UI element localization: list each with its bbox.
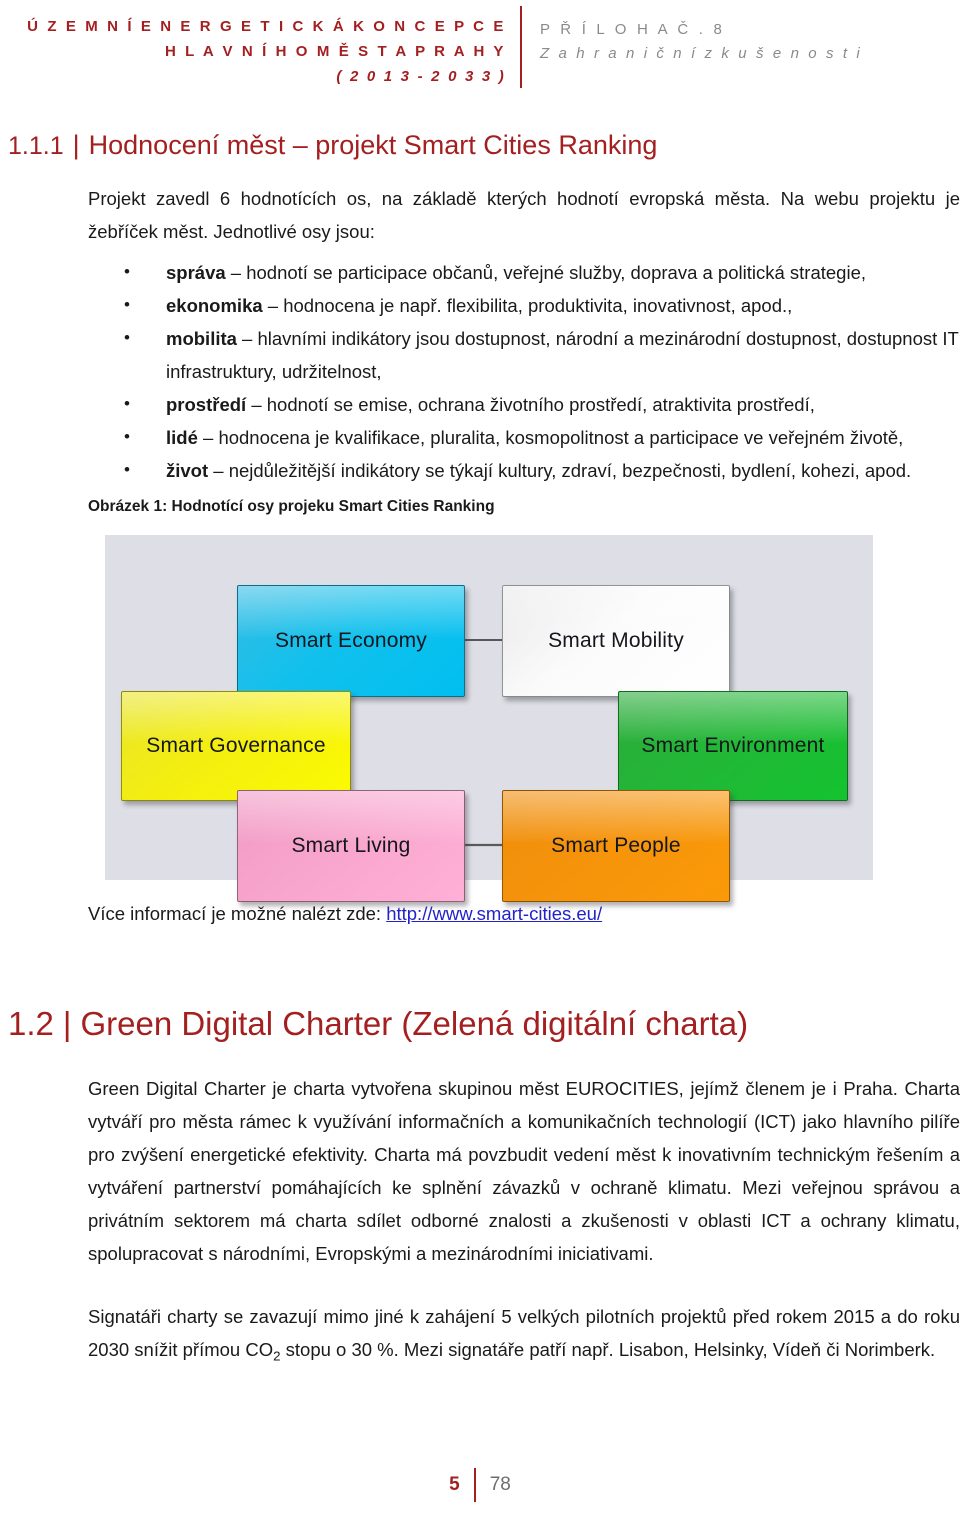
- header-annex-label: P Ř Í L O H A Č . 8: [540, 21, 726, 38]
- bullet-term: prostředí: [166, 394, 247, 415]
- signatories-text-part2: stopu o 30 %. Mezi signatáře patří např.…: [280, 1339, 936, 1360]
- node-label: Smart Mobility: [548, 629, 684, 652]
- bullet-text: – hlavními indikátory jsou dostupnost, n…: [166, 328, 959, 382]
- co2-subscript: 2: [273, 1348, 281, 1364]
- header-annex-subtitle: Z a h r a n i č n í z k u š e n o s t i: [540, 45, 863, 62]
- bullet-text: – hodnotí se participace občanů, veřejné…: [225, 262, 867, 283]
- header-title-line1: Ú Z E M N Í E N E R G E T I C K Á K O N …: [27, 18, 506, 35]
- more-info-line: Více informací je možné nalézt zde: http…: [88, 903, 602, 925]
- diagram-node-smart-mobility: Smart Mobility: [502, 585, 730, 697]
- diagram-node-smart-governance: Smart Governance: [121, 691, 351, 801]
- bullet-text: – hodnocena je např. flexibilita, produk…: [262, 295, 793, 316]
- diagram-node-smart-people: Smart People: [502, 790, 730, 902]
- list-item: prostředí – hodnotí se emise, ochrana ži…: [118, 387, 960, 421]
- heading-111-number: 1.1.1: [8, 132, 64, 160]
- bullet-term: mobilita: [166, 328, 237, 349]
- diagram-node-smart-economy: Smart Economy: [237, 585, 465, 697]
- node-label: Smart Economy: [275, 629, 427, 652]
- node-label: Smart People: [551, 834, 681, 857]
- bullet-text: – nejdůležitější indikátory se týkají ku…: [208, 460, 912, 481]
- node-label: Smart Governance: [146, 734, 326, 757]
- smart-cities-link[interactable]: http://www.smart-cities.eu/: [386, 903, 602, 924]
- node-label: Smart Environment: [641, 734, 825, 757]
- header-annex-block: P Ř Í L O H A Č . 8 Z a h r a n i č n í …: [522, 0, 862, 66]
- diagram-node-smart-living: Smart Living: [237, 790, 465, 902]
- signatories-paragraph: Signatáři charty se zavazují mimo jiné k…: [88, 1300, 960, 1373]
- axes-bullet-list: správa – hodnotí se participace občanů, …: [118, 255, 960, 487]
- bullet-term: lidé: [166, 427, 198, 448]
- header-title-line3: ( 2 0 1 3 - 2 0 3 3 ): [336, 68, 506, 85]
- bullet-term: ekonomika: [166, 295, 263, 316]
- list-item: život – nejdůležitější indikátory se týk…: [118, 453, 960, 487]
- header-title-block: Ú Z E M N Í E N E R G E T I C K Á K O N …: [0, 0, 520, 89]
- green-digital-charter-paragraph: Green Digital Charter je charta vytvořen…: [88, 1078, 960, 1264]
- figure-caption: Obrázek 1: Hodnotící osy projeku Smart C…: [88, 498, 495, 515]
- list-item: mobilita – hlavními indikátory jsou dost…: [118, 321, 960, 388]
- page-number-current: 5: [449, 1474, 460, 1495]
- page-number-total: 78: [489, 1474, 511, 1495]
- heading-12-number: 1.2: [8, 1005, 54, 1042]
- intro-paragraph: Projekt zavedl 6 hodnotících os, na zákl…: [88, 188, 960, 242]
- list-item: správa – hodnotí se participace občanů, …: [118, 255, 960, 289]
- page-heading-12: 1.2 | Green Digital Charter (Zelená digitá…: [8, 1005, 748, 1043]
- list-item: lidé – hodnocena je kvalifikace, plurali…: [118, 420, 960, 454]
- smart-cities-diagram: Smart Economy Smart Mobility Smart Gover…: [105, 535, 873, 902]
- diagram-node-smart-environment: Smart Environment: [618, 691, 848, 801]
- node-label: Smart Living: [291, 834, 411, 857]
- bullet-term: život: [166, 460, 209, 481]
- page-footer: 5 78: [0, 1468, 960, 1502]
- heading-111-bar: |: [72, 130, 80, 160]
- bullet-term: správa: [166, 262, 226, 283]
- heading-12-title: Green Digital Charter (Zelená digitální …: [80, 1005, 749, 1042]
- list-item: ekonomika – hodnocena je např. flexibili…: [118, 288, 960, 322]
- bullet-text: – hodnocena je kvalifikace, pluralita, k…: [197, 427, 904, 448]
- heading-12-bar: |: [62, 1005, 72, 1042]
- heading-111-title: Hodnocení měst – projekt Smart Cities Ra…: [88, 130, 658, 160]
- header-title-line2: H L A V N Í H O M Ě S T A P R A H Y: [164, 43, 506, 60]
- page-heading-111: 1.1.1 | Hodnocení měst – projekt Smart Cit…: [8, 130, 657, 161]
- document-header: Ú Z E M N Í E N E R G E T I C K Á K O N …: [0, 0, 960, 100]
- bullet-text: – hodnotí se emise, ochrana životního pr…: [246, 394, 815, 415]
- more-info-prefix: Více informací je možné nalézt zde:: [88, 903, 387, 924]
